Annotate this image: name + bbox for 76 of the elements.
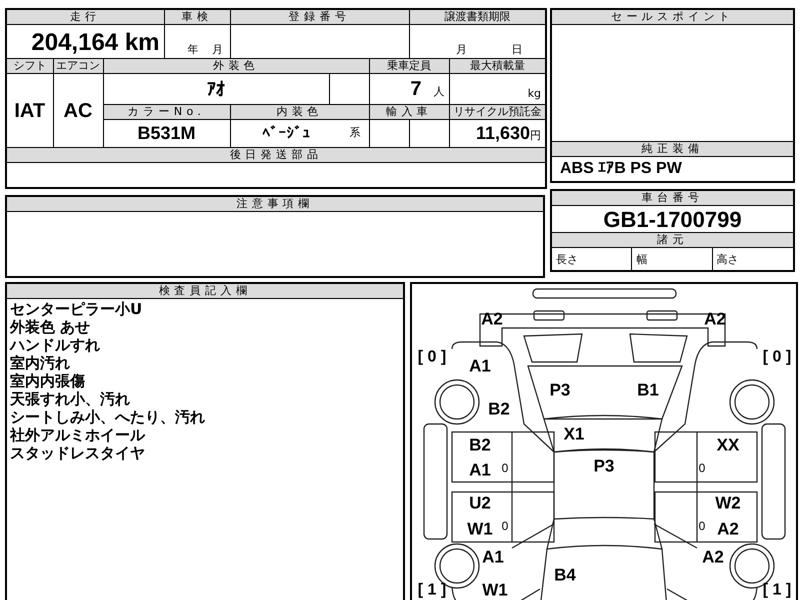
section-header: セールスポイント [552,10,793,25]
section-header: 車台番号 [552,191,793,206]
section-header: 諸元 [552,232,793,248]
section-header: 検査員記入欄 [7,284,403,298]
column-header: シフト [6,58,53,74]
damage-code: A1 [469,460,491,479]
damage-code: A1 [469,356,491,375]
inspector-note: センターピラー小U [10,300,144,318]
column-header: エアコン [53,58,103,74]
damage-code: [ 1 ] [762,581,792,598]
inspector-note: 室内汚れ [10,354,71,372]
aircon-value: AC [64,100,92,122]
inspector-note: スタッドレスタイヤ [10,444,146,462]
column-header: リサイクル預託金 [449,104,546,120]
day-unit: 日 [512,42,523,58]
column-header: 登録番号 [230,9,410,24]
spec-label: 長さ [556,252,578,268]
damage-code: P3 [594,456,614,475]
damage-code: A2 [481,309,503,328]
yen-unit: 円 [530,129,542,142]
column-header: 乗車定員 [369,58,450,74]
damage-code: W1 [467,519,493,538]
column-header: 外装色 [103,58,370,74]
interior-color-suffix: 系 [350,125,361,142]
month-unit: 月 [456,42,467,58]
color-number-value: B531M [137,123,196,143]
inspector-note: 外装色 あせ [10,318,92,336]
damage-code: [ 0 ] [762,348,792,365]
damage-code: W1 [482,580,508,599]
column-header: 後日発送部品 [6,148,546,162]
damage-code: A1 [482,547,504,566]
damage-code: 0 [502,518,508,532]
shift-value: IAT [14,100,46,122]
damage-code: A2 [717,519,739,538]
inspector-note: 室内内張傷 [10,372,86,390]
column-header: 走行 [6,9,164,24]
damage-code: 0 [698,460,706,474]
max-load-unit: kg [528,87,542,100]
section-header: 純正装備 [552,141,793,157]
equipment-value: ABS ｴｱB PS PW [559,159,683,179]
inspector-note: 社外アルミホイール [10,426,146,444]
mileage-value: 204,164 km [31,29,160,56]
column-header: 輸入車 [369,104,450,120]
spec-label: 幅 [636,252,648,268]
damage-code: B1 [637,380,659,399]
column-header: 最大積載量 [449,58,546,74]
damage-code: P3 [550,380,570,399]
damage-code: B4 [554,565,576,584]
damage-code: [ 0 ] [418,348,446,365]
column-header: 車検 [164,9,230,24]
inspector-note: 天張すれ小、汚れ [10,390,131,408]
inspector-note: ハンドルすれ [10,336,101,354]
capacity-value: 7 [410,78,422,100]
section-header: 注意事項欄 [7,196,543,212]
year-unit: 年 [187,42,198,58]
recycle-fee-value: 11,630 [476,123,530,143]
column-header: 譲渡書類期限 [409,9,546,24]
damage-code: X1 [564,424,584,443]
damage-code: B2 [469,435,491,454]
interior-color-value: ﾍﾞｰｼﾞｭ [262,123,311,144]
damage-code: B2 [488,399,510,418]
damage-code: W2 [715,493,741,512]
exterior-color-value: ｱｵ [207,78,225,100]
spec-label: 高さ [716,252,739,268]
inspector-note: シートしみ小、へたり、汚れ [10,408,206,426]
damage-code: 0 [502,460,508,474]
damage-code: U2 [469,493,491,512]
damage-code: 0 [698,518,706,532]
month-unit: 月 [212,42,223,58]
column-header: カラーNo. [103,104,230,120]
column-header: 内装色 [230,104,370,120]
capacity-unit: 人 [434,85,445,98]
damage-code: A2 [702,547,724,566]
damage-code: [ 1 ] [418,581,446,598]
chassis-number-value: GB1-1700799 [603,206,742,234]
damage-code: XX [716,435,740,454]
